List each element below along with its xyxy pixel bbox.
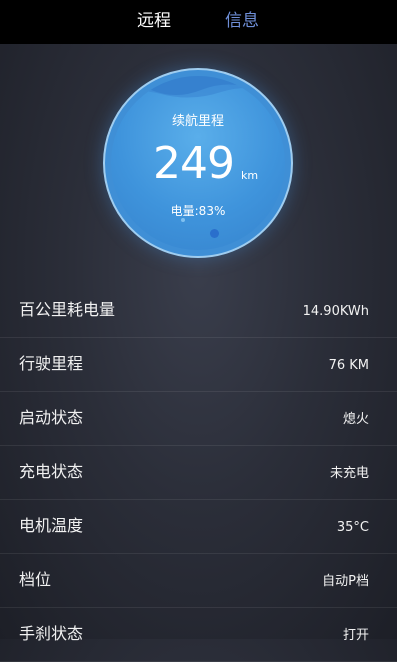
tab-remote[interactable]: 远程 (137, 10, 171, 32)
info-value: 未充电 (329, 466, 369, 481)
wave-icon (111, 76, 285, 98)
info-label: 电机温度 (19, 516, 84, 535)
info-label: 手刹状态 (19, 624, 84, 643)
bubble-icon (210, 229, 219, 238)
info-value: 35°C (336, 520, 369, 535)
range-value: 249 (153, 138, 235, 189)
info-value: 熄火 (342, 412, 369, 427)
info-value: 打开 (342, 628, 369, 643)
info-row-motor-temperature: 电机温度 35°C (0, 500, 397, 554)
vehicle-info-list: 百公里耗电量 14.90KWh 行驶里程 76 KM 启动状态 熄火 充电状态 … (0, 284, 397, 662)
info-label: 充电状态 (19, 462, 84, 481)
battery-level: 电量:83% (170, 204, 226, 218)
info-row-handbrake-status: 手刹状态 打开 (0, 608, 397, 662)
info-row-charging-status: 充电状态 未充电 (0, 446, 397, 500)
info-row-ignition-status: 启动状态 熄火 (0, 392, 397, 446)
top-tab-bar: 远程 信息 (0, 0, 397, 44)
info-row-mileage: 行驶里程 76 KM (0, 338, 397, 392)
info-label: 档位 (19, 570, 52, 589)
info-row-gear: 档位 自动P档 (0, 554, 397, 608)
info-label: 百公里耗电量 (19, 300, 116, 319)
range-unit: km (241, 169, 259, 182)
info-row-energy-consumption: 百公里耗电量 14.90KWh (0, 284, 397, 338)
info-label: 启动状态 (19, 408, 84, 427)
info-value: 76 KM (328, 358, 369, 373)
range-gauge: 续航里程 249 km 电量:83% (103, 68, 293, 258)
gauge-title: 续航里程 (171, 114, 224, 129)
tab-info[interactable]: 信息 (225, 10, 259, 32)
bubble-icon (181, 218, 185, 222)
info-value: 14.90KWh (302, 304, 369, 319)
info-label: 行驶里程 (19, 354, 84, 373)
info-value: 自动P档 (322, 574, 369, 589)
